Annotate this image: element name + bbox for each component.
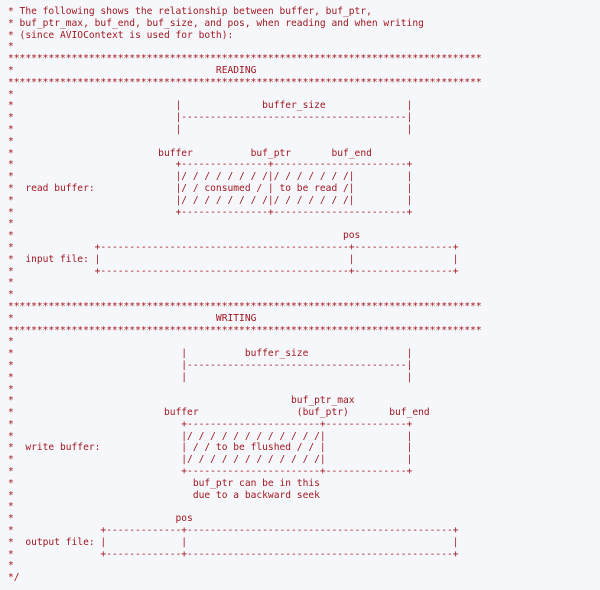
writing-lines: ****************************************… xyxy=(8,301,482,583)
code-comment-block: * The following shows the relationship b… xyxy=(0,0,600,590)
intro-lines: * The following shows the relationship b… xyxy=(8,6,424,52)
reading-lines: ****************************************… xyxy=(8,53,482,300)
